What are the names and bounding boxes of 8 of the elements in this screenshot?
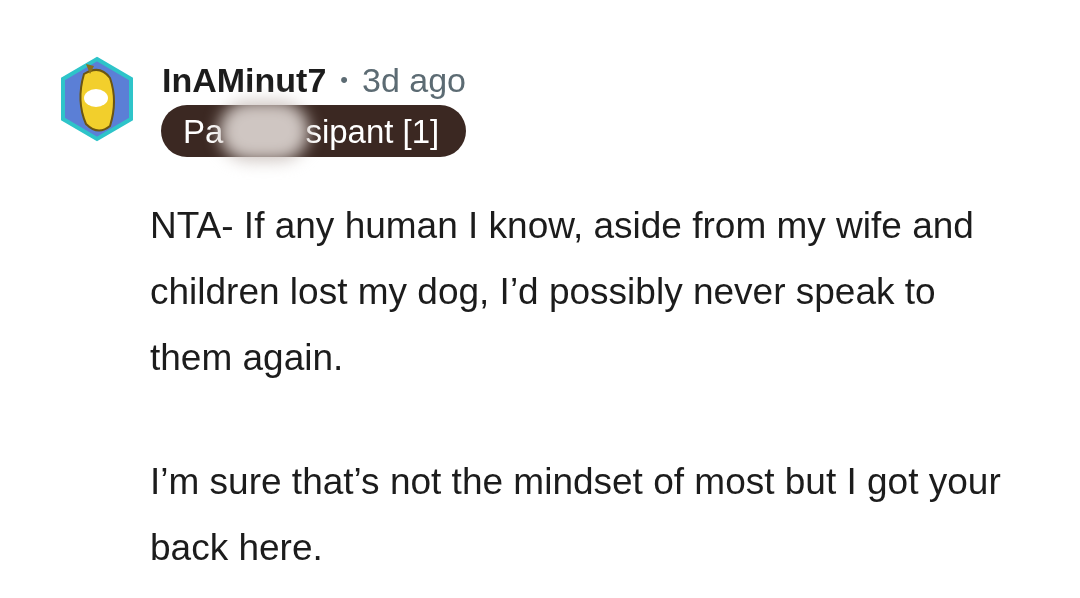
timestamp: 3d ago: [362, 63, 466, 97]
flair-text-end: sipant [1]: [305, 114, 440, 148]
comment-paragraph: I’m sure that’s not the mindset of most but I got your back here.: [150, 460, 1002, 570]
avatar-icon: [60, 56, 134, 142]
username[interactable]: InAMinut7: [162, 63, 327, 97]
comment-paragraph: NTA- If any human I know, aside from my wife and children lost my dog, I’d possibly never speak to them again.: [150, 204, 975, 380]
separator-dot: •: [340, 69, 348, 91]
flair-text-start: Pa: [183, 114, 224, 148]
